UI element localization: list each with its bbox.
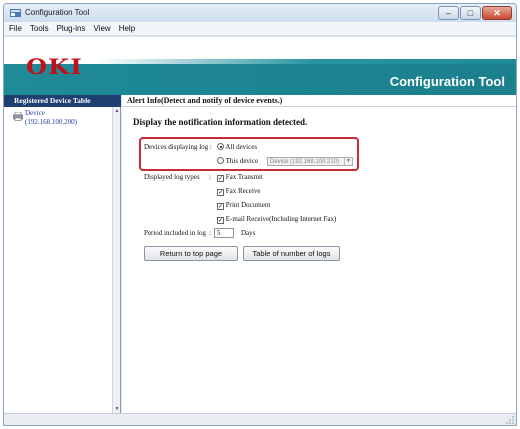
close-icon[interactable]: ✕ (482, 6, 512, 20)
banner-app-title: Configuration Tool (389, 74, 505, 89)
window-controls: – □ ✕ (437, 6, 512, 20)
period-days-value: 5 (217, 229, 221, 237)
checkbox-fax-receive-box[interactable]: ✓ (217, 189, 224, 196)
radio-this-device[interactable]: This device (217, 157, 258, 165)
scroll-up-arrow-icon[interactable]: ▲ (114, 108, 120, 114)
devices-label: Devices displaying log : (144, 143, 212, 151)
checkbox-print-document[interactable]: ✓ Print Document (217, 201, 270, 210)
title-bar: Configuration Tool – □ ✕ (4, 4, 516, 22)
app-window: Configuration Tool – □ ✕ File Tools Plug… (3, 3, 517, 426)
checkbox-email-receive[interactable]: ✓ E-mail Receive(Including Internet Fax) (217, 215, 336, 224)
app-icon (10, 9, 21, 17)
period-unit: Days (241, 229, 256, 237)
checkbox-fax-transmit-box[interactable]: ✓ (217, 175, 224, 182)
section-title: Display the notification information det… (133, 117, 308, 127)
menu-file[interactable]: File (9, 24, 22, 33)
main-content: Alert Info(Detect and notify of device e… (122, 95, 516, 413)
radio-this-device-label: This device (225, 157, 259, 165)
log-types-separator: : (209, 173, 211, 181)
device-ip: (192.168.100.200) (25, 118, 77, 126)
device-select-value: Device (192.168.100.210) (270, 159, 340, 165)
window-title: Configuration Tool (25, 8, 90, 17)
oki-logo: OKI (26, 54, 83, 79)
status-bar (4, 413, 516, 425)
return-to-top-button[interactable]: Return to top page (144, 246, 238, 261)
period-separator: : (209, 229, 211, 237)
checkbox-fax-receive-label: Fax Receive (225, 187, 261, 195)
radio-all-devices[interactable]: All devices (217, 143, 257, 151)
sidebar-scrollbar[interactable]: ▲ ▼ (112, 107, 120, 413)
checkbox-fax-receive[interactable]: ✓ Fax Receive (217, 187, 261, 196)
menu-tools[interactable]: Tools (30, 24, 49, 33)
minimize-icon[interactable]: – (438, 6, 459, 20)
log-types-label: Displayed log types (144, 173, 200, 181)
content-header: Alert Info(Detect and notify of device e… (122, 95, 516, 107)
chevron-down-icon[interactable]: ▼ (344, 158, 352, 165)
checkbox-print-document-box[interactable]: ✓ (217, 203, 224, 210)
sidebar-header: Registered Device Table (4, 95, 121, 107)
checkbox-email-receive-box[interactable]: ✓ (217, 217, 224, 224)
device-select[interactable]: Device (192.168.100.210) ▼ (267, 157, 353, 166)
scroll-down-arrow-icon[interactable]: ▼ (114, 406, 120, 412)
device-name: Device (25, 109, 45, 117)
checkbox-fax-transmit-label: Fax Transmit (225, 173, 263, 181)
radio-all-devices-button[interactable] (217, 143, 224, 150)
header-banner: Configuration Tool OKI (4, 37, 516, 95)
menu-plugins[interactable]: Plug-ins (57, 24, 86, 33)
period-days-input[interactable]: 5 (214, 228, 234, 238)
checkbox-fax-transmit[interactable]: ✓ Fax Transmit (217, 173, 263, 182)
menu-help[interactable]: Help (119, 24, 135, 33)
menu-bar: File Tools Plug-ins View Help (4, 22, 516, 36)
radio-this-device-button[interactable] (217, 157, 224, 164)
radio-all-devices-label: All devices (225, 143, 258, 151)
sidebar-device-item[interactable]: Device (192.168.100.200) (4, 109, 120, 131)
table-of-logs-button[interactable]: Table of number of logs (243, 246, 340, 261)
resize-grip-icon[interactable] (506, 416, 514, 424)
printer-icon (13, 112, 23, 121)
checkbox-email-receive-label: E-mail Receive(Including Internet Fax) (225, 215, 337, 223)
period-label: Period included in log (144, 229, 207, 237)
checkbox-print-document-label: Print Document (225, 201, 271, 209)
menu-view[interactable]: View (93, 24, 110, 33)
device-sidebar: Registered Device Table Device (192.168.… (4, 95, 121, 413)
maximize-icon[interactable]: □ (460, 6, 481, 20)
